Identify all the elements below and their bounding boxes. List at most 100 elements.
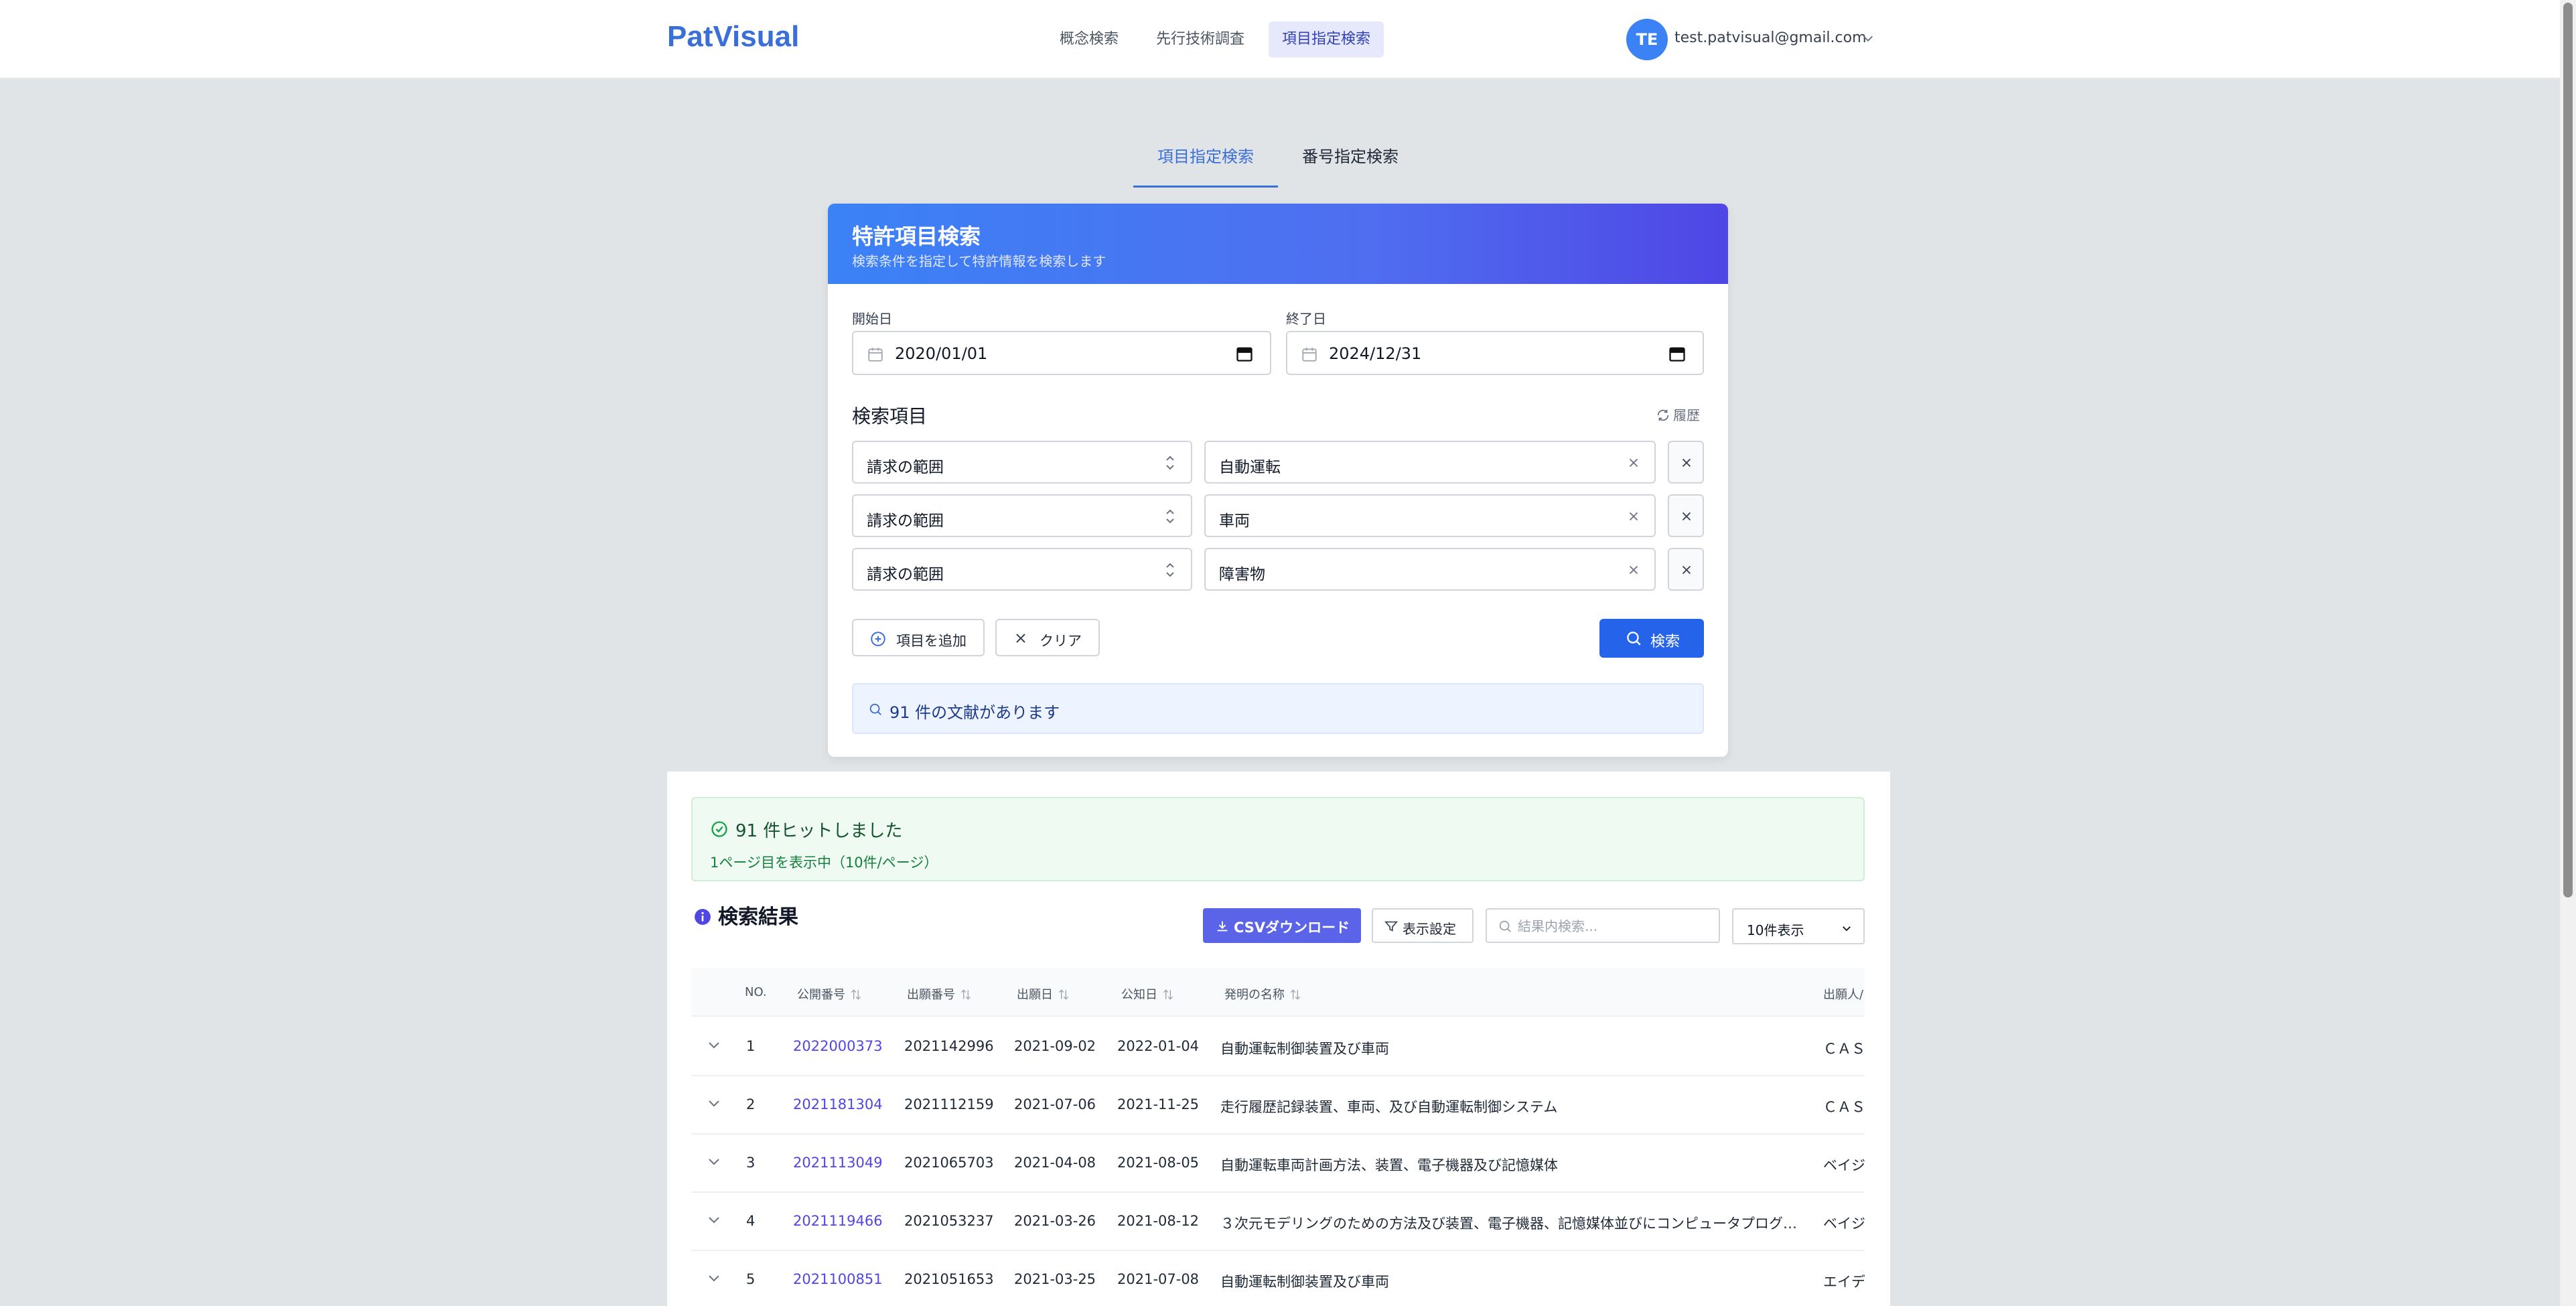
clear-icon[interactable] (1626, 563, 1641, 577)
search-icon (1627, 632, 1641, 646)
col-app-no[interactable]: 出願番号 (907, 985, 973, 1003)
invention-title: ３次元モデリングのための方法及び装置、電子機器、記憶媒体並びにコンピュータプログ… (1220, 1216, 1797, 1232)
term-value: 車両 (1219, 512, 1250, 530)
app-date: 2021-03-25 (1014, 1271, 1096, 1287)
invention-title: 自動運転制御装置及び車両 (1220, 1041, 1389, 1057)
col-pub-no[interactable]: 公開番号 (797, 985, 863, 1003)
col-pub-date[interactable]: 公知日 (1121, 985, 1175, 1003)
pub-no-link[interactable]: 2022000373 (793, 1038, 883, 1054)
field-select-3[interactable]: 請求の範囲 (852, 548, 1192, 591)
display-settings-button[interactable]: 表示設定 (1372, 908, 1474, 943)
select-arrows-icon (1166, 563, 1174, 577)
term-value: 自動運転 (1219, 459, 1281, 476)
pub-date: 2021-11-25 (1117, 1096, 1200, 1112)
search-button-label: 検索 (1650, 634, 1680, 650)
card-header: 特許項目検索 検索条件を指定して特許情報を検索します (828, 204, 1728, 284)
invention-title: 自動運転車両計画方法、装置、電子機器及び記憶媒体 (1220, 1157, 1558, 1173)
clear-icon[interactable] (1626, 455, 1641, 470)
user-email[interactable]: test.patvisual@gmail.com (1674, 29, 1867, 46)
sort-icon (1163, 989, 1173, 1000)
results-search[interactable] (1486, 908, 1720, 943)
col-label: 出願番号 (907, 988, 955, 1002)
hit-subtitle: 1ページ目を表示中（10件/ページ） (710, 855, 938, 871)
term-input-2[interactable]: 車両 (1204, 494, 1656, 537)
term-input-1[interactable]: 自動運転 (1204, 441, 1656, 484)
page-size-select[interactable]: 10件表示 (1732, 908, 1865, 944)
field-select-2[interactable]: 請求の範囲 (852, 494, 1192, 537)
field-select-1[interactable]: 請求の範囲 (852, 441, 1192, 484)
card-title: 特許項目検索 (852, 224, 981, 249)
search-icon (869, 703, 881, 715)
filter-icon (1384, 921, 1399, 932)
info-icon (695, 909, 711, 925)
table-row[interactable]: 5 2021100851 2021051653 2021-03-25 2021-… (691, 1251, 1865, 1306)
nav-prior-art[interactable]: 先行技術調査 (1143, 21, 1258, 58)
end-date-value: 2024/12/31 (1329, 344, 1422, 363)
search-button[interactable]: 検索 (1599, 619, 1704, 658)
close-icon (1682, 512, 1691, 521)
chevron-down-icon[interactable] (706, 1212, 722, 1228)
history-link[interactable]: 履歴 (1656, 405, 1700, 424)
tab-number-search[interactable]: 番号指定検索 (1291, 143, 1409, 188)
col-app-date[interactable]: 出願日 (1017, 985, 1070, 1003)
add-field-button[interactable]: 項目を追加 (852, 619, 985, 656)
hit-summary: 91 件ヒットしました 1ページ目を表示中（10件/ページ） (691, 797, 1865, 881)
field-select-value: 請求の範囲 (867, 459, 944, 476)
nav-field-search[interactable]: 項目指定検索 (1269, 21, 1384, 58)
start-date-input[interactable]: 2020/01/01 (852, 331, 1271, 375)
pub-date: 2022-01-04 (1117, 1038, 1200, 1054)
remove-row-button[interactable] (1668, 548, 1704, 591)
select-arrows-icon (1166, 455, 1174, 470)
table-row[interactable]: 4 2021119466 2021053237 2021-03-26 2021-… (691, 1193, 1865, 1251)
tab-field-search[interactable]: 項目指定検索 (1133, 143, 1278, 188)
remove-row-button[interactable] (1668, 441, 1704, 484)
download-icon (1217, 921, 1228, 932)
col-title[interactable]: 発明の名称 (1224, 985, 1302, 1003)
calendar-picker-icon[interactable] (1668, 344, 1687, 363)
applicant: ベイジ (1823, 1216, 1865, 1232)
hit-title: 91 件ヒットしました (735, 821, 903, 841)
pub-no-link[interactable]: 2021181304 (793, 1096, 883, 1112)
end-date-input[interactable]: 2024/12/31 (1286, 331, 1704, 375)
chevron-down-icon[interactable] (706, 1095, 722, 1111)
csv-download-label: CSVダウンロード (1234, 920, 1350, 936)
history-label: 履歴 (1673, 407, 1700, 423)
row-no: 5 (746, 1271, 756, 1287)
chevron-down-icon[interactable] (706, 1153, 722, 1169)
chevron-down-icon[interactable] (1861, 31, 1875, 46)
check-circle-icon (711, 821, 727, 837)
refresh-icon (1657, 409, 1669, 421)
csv-download-button[interactable]: CSVダウンロード (1203, 908, 1361, 943)
clear-icon[interactable] (1626, 509, 1641, 524)
calendar-icon (1302, 348, 1317, 362)
pub-no-link[interactable]: 2021119466 (793, 1213, 883, 1229)
pub-date: 2021-08-12 (1117, 1213, 1200, 1229)
clear-button[interactable]: クリア (995, 619, 1100, 656)
results-search-input[interactable] (1518, 916, 1712, 936)
applicant: エイデ (1823, 1274, 1865, 1290)
remove-row-button[interactable] (1668, 494, 1704, 537)
pub-date: 2021-08-05 (1117, 1155, 1200, 1171)
col-applicant[interactable]: 出願人/ (1823, 985, 1863, 1003)
table-row[interactable]: 2 2021181304 2021112159 2021-07-06 2021-… (691, 1076, 1865, 1135)
app-date: 2021-04-08 (1014, 1155, 1096, 1171)
col-no[interactable]: NO. (745, 985, 767, 999)
calendar-picker-icon[interactable] (1235, 344, 1254, 363)
chevron-down-icon (1843, 926, 1851, 932)
pub-no-link[interactable]: 2021113049 (793, 1155, 883, 1171)
pub-no-link[interactable]: 2021100851 (793, 1271, 883, 1287)
chevron-down-icon[interactable] (706, 1037, 722, 1053)
invention-title: 自動運転制御装置及び車両 (1220, 1274, 1389, 1290)
applicant: ベイジ (1823, 1157, 1865, 1173)
display-settings-label: 表示設定 (1403, 921, 1456, 937)
user-avatar[interactable]: TE (1626, 19, 1668, 60)
term-input-3[interactable]: 障害物 (1204, 548, 1656, 591)
field-select-value: 請求の範囲 (867, 566, 944, 583)
scrollbar-thumb[interactable] (2563, 3, 2573, 897)
app-logo[interactable]: PatVisual (667, 20, 799, 54)
table-row[interactable]: 3 2021113049 2021065703 2021-04-08 2021-… (691, 1135, 1865, 1193)
chevron-down-icon[interactable] (706, 1270, 722, 1286)
table-row[interactable]: 1 2022000373 2021142996 2021-09-02 2022-… (691, 1018, 1865, 1076)
app-no: 2021142996 (904, 1038, 994, 1054)
nav-concept-search[interactable]: 概念検索 (1046, 21, 1132, 58)
